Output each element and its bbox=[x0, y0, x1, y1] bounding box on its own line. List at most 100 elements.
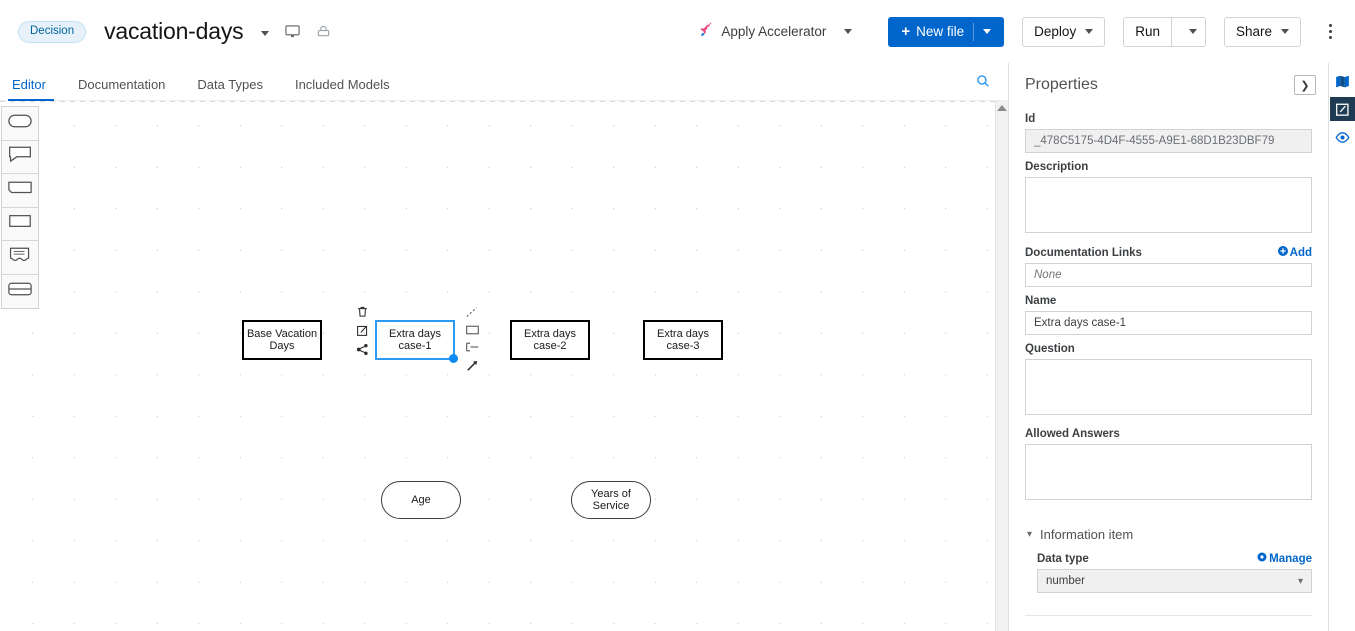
data-type-select[interactable]: number ▾ bbox=[1037, 569, 1312, 593]
data-type-label: Data type bbox=[1037, 552, 1089, 565]
run-button[interactable]: Run bbox=[1123, 16, 1171, 47]
documentation-links-field[interactable] bbox=[1025, 263, 1312, 287]
kebab-menu-icon[interactable] bbox=[1319, 17, 1341, 47]
question-field[interactable] bbox=[1025, 359, 1312, 415]
toolbar-right-group: Apply Accelerator + New file Deploy Run bbox=[698, 16, 1355, 47]
information-item-section-header[interactable]: ▾ Information item bbox=[1027, 527, 1312, 542]
palette-item-decision[interactable] bbox=[2, 207, 38, 241]
search-icon[interactable] bbox=[976, 74, 1008, 100]
tab-editor[interactable]: Editor bbox=[0, 77, 62, 101]
tab-label: Included Models bbox=[294, 77, 390, 92]
run-button-group: Run bbox=[1123, 16, 1206, 47]
documentation-links-label: Documentation Links bbox=[1025, 246, 1142, 259]
chevron-down-icon[interactable] bbox=[1085, 29, 1094, 34]
toolbar-left-group: Decision vacation-days bbox=[0, 18, 331, 45]
information-item-label: Information item bbox=[1040, 527, 1134, 542]
knowledge-source-icon[interactable] bbox=[465, 341, 480, 353]
properties-header: Properties ❯ bbox=[1009, 63, 1328, 105]
node-label: Extra days case-3 bbox=[657, 328, 709, 352]
add-label: Add bbox=[1289, 246, 1312, 259]
plus-icon: + bbox=[901, 23, 911, 40]
editor-tab-bar: Editor Documentation Data Types Included… bbox=[0, 63, 1008, 101]
name-label: Name bbox=[1025, 295, 1057, 307]
allowed-answers-field[interactable] bbox=[1025, 444, 1312, 500]
chevron-right-icon[interactable]: ❯ bbox=[1294, 75, 1316, 95]
tab-label: Data Types bbox=[197, 77, 263, 92]
properties-panel: Properties ❯ Id Description Documentatio… bbox=[1008, 63, 1328, 631]
chevron-down-icon: ▾ bbox=[1297, 575, 1303, 587]
node-extra-days-case-2[interactable]: Extra days case-2 bbox=[510, 320, 590, 360]
gear-icon bbox=[1257, 552, 1267, 565]
add-documentation-link-button[interactable]: Add bbox=[1277, 246, 1312, 259]
node-age[interactable]: Age bbox=[381, 481, 461, 519]
deploy-button-group: Deploy bbox=[1022, 16, 1106, 47]
node-label: Extra days case-2 bbox=[524, 328, 576, 352]
chevron-down-icon[interactable] bbox=[261, 31, 270, 36]
description-field[interactable] bbox=[1025, 177, 1312, 233]
run-dropdown-button[interactable] bbox=[1170, 16, 1206, 47]
tab-label: Editor bbox=[12, 77, 46, 92]
arrow-up-right-icon[interactable] bbox=[465, 358, 480, 373]
divider bbox=[973, 22, 975, 41]
question-label: Question bbox=[1025, 343, 1075, 355]
trash-icon[interactable] bbox=[356, 305, 369, 318]
rectangle-icon[interactable] bbox=[465, 324, 480, 336]
name-field[interactable] bbox=[1025, 311, 1312, 335]
run-label: Run bbox=[1135, 24, 1160, 39]
chevron-down-icon: ▾ bbox=[1027, 529, 1033, 540]
new-file-label: New file bbox=[916, 24, 965, 39]
node-extra-days-case-1[interactable]: Extra days case-1 bbox=[375, 320, 458, 363]
speech-callout-icon bbox=[8, 145, 32, 168]
dmn-canvas[interactable]: Base Vacation Days Extra days case-1 Ext… bbox=[0, 101, 1008, 631]
file-title: vacation-days bbox=[104, 18, 244, 44]
lock-icon[interactable] bbox=[316, 24, 331, 39]
id-field[interactable] bbox=[1025, 129, 1312, 153]
section-divider bbox=[1025, 615, 1312, 616]
node-years-of-service[interactable]: Years of Service bbox=[571, 481, 651, 519]
knowledge-source-icon bbox=[8, 246, 32, 269]
tab-documentation[interactable]: Documentation bbox=[62, 77, 181, 100]
apply-accelerator-button[interactable]: Apply Accelerator bbox=[698, 22, 853, 41]
properties-body: Id Description Documentation Links Add N… bbox=[1009, 113, 1328, 616]
canvas-top-divider bbox=[0, 101, 1008, 102]
rail-item-preview[interactable] bbox=[1330, 125, 1355, 149]
tab-included-models[interactable]: Included Models bbox=[279, 77, 406, 100]
node-toolbar-right bbox=[465, 306, 480, 373]
documentation-links-label-row: Documentation Links Add bbox=[1025, 246, 1312, 259]
top-toolbar: Decision vacation-days Apply Accelerator… bbox=[0, 0, 1355, 63]
palette-item-input-data[interactable] bbox=[2, 107, 38, 141]
palette-item-text-annotation[interactable] bbox=[2, 140, 38, 174]
share-nodes-icon[interactable] bbox=[356, 343, 369, 356]
rounded-oval-icon bbox=[7, 113, 33, 134]
deploy-button[interactable]: Deploy bbox=[1022, 16, 1106, 47]
node-palette bbox=[1, 106, 39, 309]
node-label: Extra days case-1 bbox=[389, 328, 441, 352]
edit-square-icon[interactable] bbox=[356, 324, 369, 337]
chevron-down-icon[interactable] bbox=[1281, 29, 1289, 34]
rail-item-overview[interactable] bbox=[1330, 69, 1355, 93]
tab-data-types[interactable]: Data Types bbox=[181, 77, 279, 100]
node-base-vacation-days[interactable]: Base Vacation Days bbox=[242, 320, 322, 360]
properties-title: Properties bbox=[1025, 76, 1098, 93]
node-extra-days-case-3[interactable]: Extra days case-3 bbox=[643, 320, 723, 360]
node-toolbar-left bbox=[356, 305, 369, 356]
palette-item-business-knowledge-model[interactable] bbox=[2, 174, 38, 208]
chevron-down-icon[interactable] bbox=[983, 29, 992, 34]
data-type-value: number bbox=[1046, 575, 1085, 587]
resize-handle[interactable] bbox=[448, 353, 458, 363]
palette-item-decision-service[interactable] bbox=[2, 274, 38, 308]
share-button[interactable]: Share bbox=[1223, 16, 1301, 47]
new-file-button[interactable]: + New file bbox=[888, 16, 1005, 47]
manage-data-types-button[interactable]: Manage bbox=[1257, 552, 1312, 565]
rail-item-properties[interactable] bbox=[1329, 97, 1355, 121]
node-label: Age bbox=[411, 494, 431, 506]
canvas-vertical-scrollbar[interactable] bbox=[995, 101, 1008, 631]
data-type-label-row: Data type Manage bbox=[1037, 552, 1312, 565]
split-rounded-rect-icon bbox=[7, 281, 33, 302]
chevron-down-icon[interactable] bbox=[844, 29, 853, 34]
screen-icon[interactable] bbox=[285, 24, 301, 39]
scroll-up-arrow-icon[interactable] bbox=[997, 105, 1007, 111]
palette-item-knowledge-source[interactable] bbox=[2, 241, 38, 275]
dashed-line-icon[interactable] bbox=[465, 306, 480, 319]
node-label: Years of Service bbox=[591, 488, 631, 512]
